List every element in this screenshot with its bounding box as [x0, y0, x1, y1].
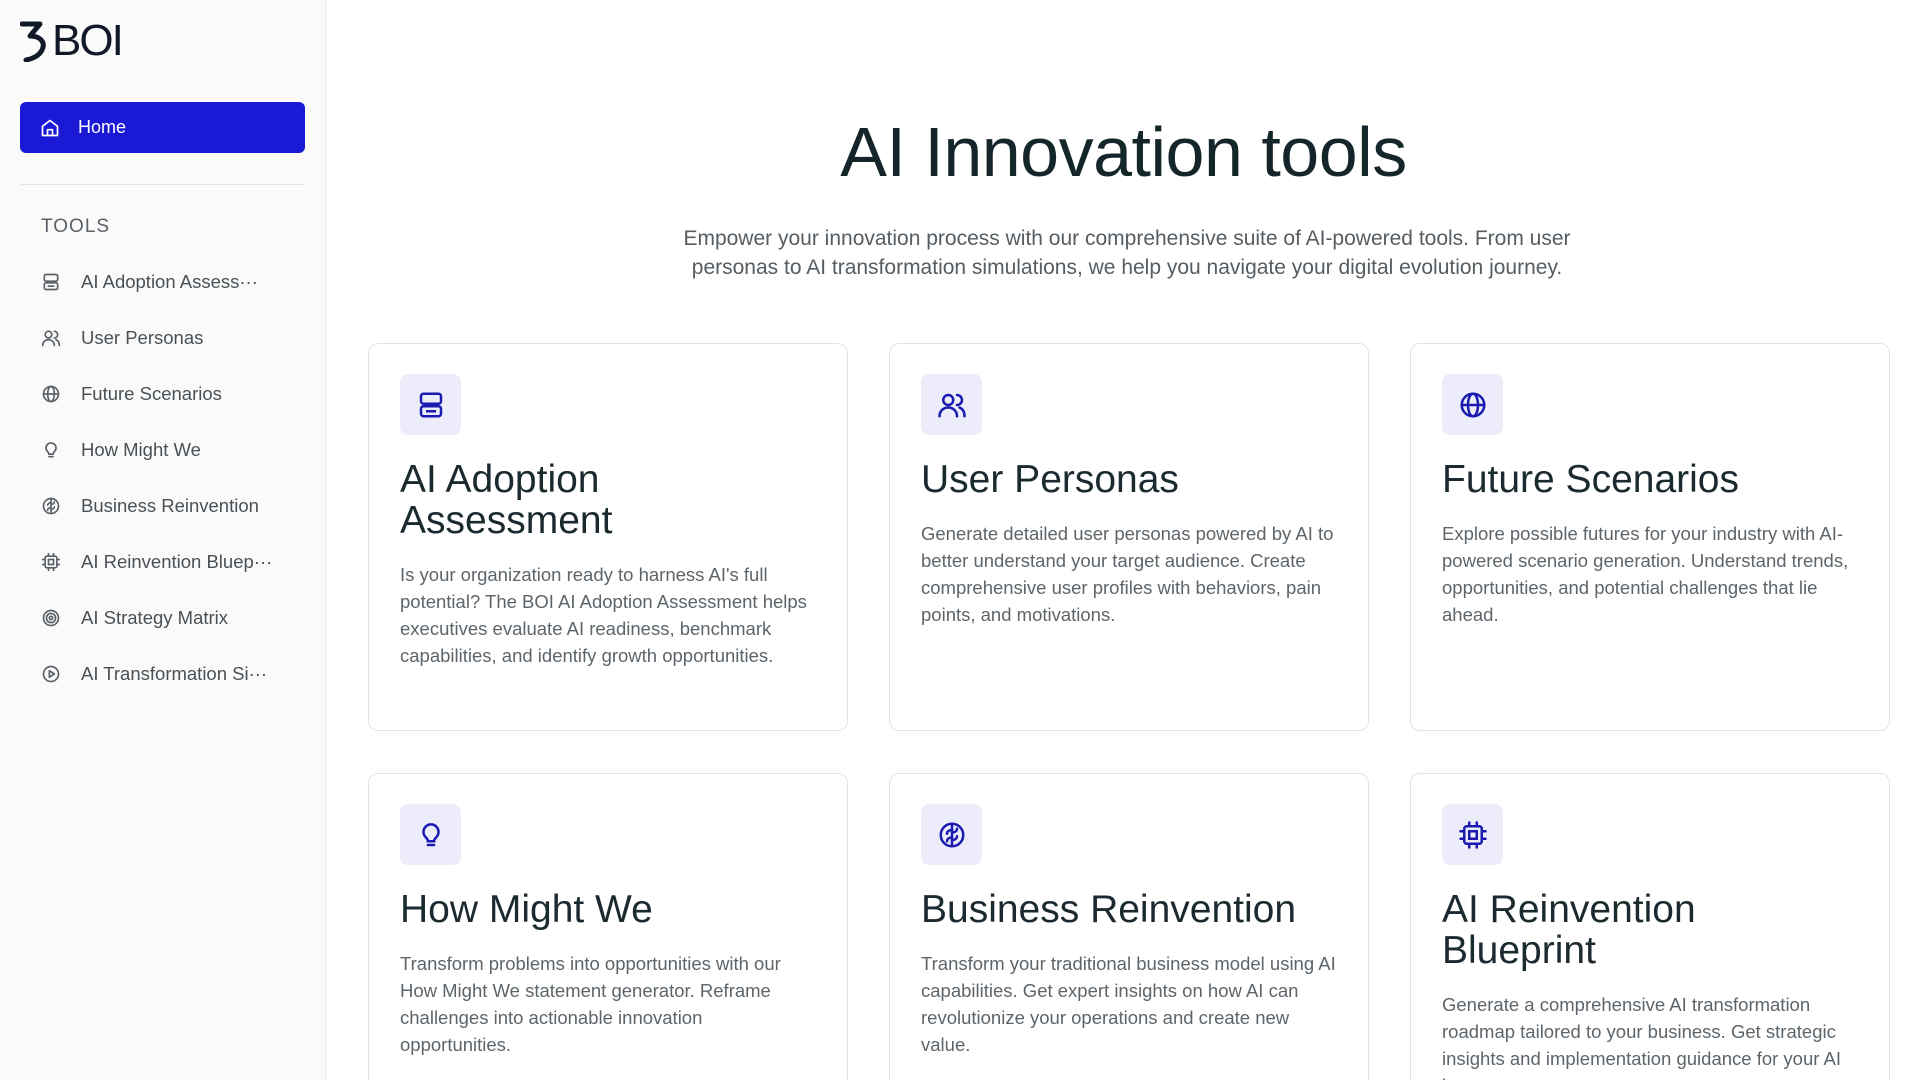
sidebar-item-label: How Might We	[81, 439, 201, 460]
sidebar-item-future-scenarios[interactable]: Future Scenarios	[0, 366, 326, 422]
sidebar-item-business-reinvention[interactable]: Business Reinvention	[0, 478, 326, 534]
card-description: Transform problems into opportunities wi…	[400, 953, 781, 1055]
tool-card-user-personas[interactable]: User Personas Generate detailed user per…	[889, 343, 1369, 731]
sidebar-item-label: AI Strategy Matrix	[81, 607, 229, 628]
globe-icon	[1460, 392, 1485, 417]
card-icon-box	[1442, 804, 1503, 865]
main-content: AI Innovation tools Empower your innovat…	[327, 0, 1920, 1080]
sidebar-item-label: AI Transformation Si···	[81, 663, 268, 684]
sidebar-item-ai-strategy-matrix[interactable]: AI Strategy Matrix	[0, 590, 326, 646]
sidebar-item-label: Business Reinvention	[81, 495, 259, 516]
sidebar-item-label: User Personas	[81, 327, 204, 348]
sidebar-item-ai-adoption-assessment[interactable]: AI Adoption Assess···	[0, 254, 326, 310]
home-button[interactable]: Home	[20, 102, 305, 153]
tools-section-label: TOOLS	[41, 216, 111, 237]
sidebar-item-ai-transformation-simulator[interactable]: AI Transformation Si···	[0, 646, 326, 702]
page-title: AI Innovation tools	[840, 113, 1407, 191]
sidebar: BOI Home TOOLS AI Adoption Assess··· Use…	[0, 0, 326, 1080]
card-icon-box	[1442, 374, 1503, 435]
card-description: Generate detailed user personas powered …	[921, 523, 1334, 625]
tools-nav: AI Adoption Assess··· User Personas Futu…	[0, 254, 326, 702]
card-title: Business Reinvention	[921, 888, 1297, 931]
card-icon-box	[921, 374, 982, 435]
cpu-icon	[1458, 820, 1487, 849]
card-description: Explore possible futures for your indust…	[1442, 523, 1849, 625]
sidebar-item-user-personas[interactable]: User Personas	[0, 310, 326, 366]
card-icon-box	[400, 374, 461, 435]
server-icon	[41, 272, 61, 292]
home-icon	[41, 119, 59, 136]
card-description: Is your organization ready to harness AI…	[400, 564, 807, 666]
page-subtitle: Empower your innovation process with our…	[683, 227, 1571, 279]
logo-mark-icon	[20, 21, 46, 62]
card-title: User Personas	[921, 458, 1179, 501]
sidebar-item-label: AI Reinvention Bluep···	[81, 551, 273, 572]
card-title: AI Adoption Assessment	[400, 458, 613, 542]
lightbulb-icon	[421, 822, 440, 846]
sidebar-item-label: AI Adoption Assess···	[81, 271, 258, 292]
logo-text: BOI	[52, 16, 124, 65]
card-title: Future Scenarios	[1442, 458, 1739, 501]
card-icon-box	[400, 804, 461, 865]
brain-icon	[41, 496, 61, 516]
cpu-icon	[41, 552, 61, 572]
target-icon	[41, 608, 61, 628]
sidebar-divider	[20, 184, 305, 185]
tool-card-ai-adoption-assessment[interactable]: AI Adoption Assessment Is your organizat…	[368, 343, 848, 731]
lightbulb-icon	[41, 440, 61, 460]
card-icon-box	[921, 804, 982, 865]
card-title: AI Reinvention Blueprint	[1442, 888, 1696, 972]
card-description: Generate a comprehensive AI transformati…	[1442, 994, 1842, 1080]
sidebar-item-how-might-we[interactable]: How Might We	[0, 422, 326, 478]
card-description: Transform your traditional business mode…	[921, 953, 1336, 1055]
sidebar-item-ai-reinvention-blueprint[interactable]: AI Reinvention Bluep···	[0, 534, 326, 590]
tool-card-future-scenarios[interactable]: Future Scenarios Explore possible future…	[1410, 343, 1890, 731]
card-title: How Might We	[400, 888, 653, 931]
tool-card-ai-reinvention-blueprint[interactable]: AI Reinvention Blueprint Generate a comp…	[1410, 773, 1890, 1080]
sidebar-item-label: Future Scenarios	[81, 383, 222, 404]
home-button-label: Home	[78, 117, 127, 137]
users-icon	[41, 328, 61, 348]
tool-card-how-might-we[interactable]: How Might We Transform problems into opp…	[368, 773, 848, 1080]
globe-icon	[41, 384, 61, 404]
logo[interactable]: BOI	[20, 16, 124, 65]
play-circle-icon	[41, 664, 61, 684]
server-icon	[419, 392, 442, 417]
users-icon	[937, 393, 966, 417]
tool-card-business-reinvention[interactable]: Business Reinvention Transform your trad…	[889, 773, 1369, 1080]
brain-icon	[939, 822, 964, 847]
